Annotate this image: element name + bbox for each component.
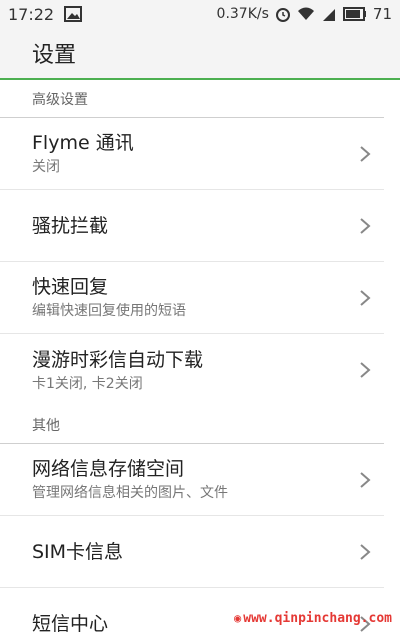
item-title: 网络信息存储空间 [32,458,185,480]
section-header-other: 其他 [0,406,384,444]
item-title: SIM卡信息 [32,540,124,563]
chevron-right-icon [360,471,371,488]
list-item-sim-info[interactable]: SIM卡信息 [0,516,384,588]
app-bar: 设置 [0,28,400,80]
item-title: Flyme 通讯 [32,132,134,154]
list-item-network-storage[interactable]: 网络信息存储空间 管理网络信息相关的图片、文件 [0,444,384,516]
settings-list: 高级设置 Flyme 通讯 关闭 骚扰拦截 快速回复 编辑快速回复使用的短语 漫… [0,80,400,640]
status-time: 17:22 [8,4,55,24]
item-title: 骚扰拦截 [32,214,109,237]
watermark-icon: ◉ [234,611,242,625]
chevron-right-icon [360,362,371,378]
watermark-text: www.qinpinchang.com [243,611,392,626]
status-bar: 17:22 0.37K/s 71 [0,0,400,28]
chevron-right-icon [360,543,371,560]
chevron-right-icon [360,289,371,306]
image-icon [64,6,83,22]
item-subtitle: 关闭 [32,159,60,175]
wifi-icon [297,7,315,21]
alarm-icon [275,6,291,22]
list-item-harassment-block[interactable]: 骚扰拦截 [0,190,384,262]
item-subtitle: 管理网络信息相关的图片、文件 [32,485,228,501]
battery-level: 71 [372,5,392,23]
4g-signal-icon [321,6,337,22]
chevron-right-icon [360,217,371,234]
item-subtitle: 卡1关闭, 卡2关闭 [32,375,143,392]
battery-icon [342,7,367,21]
network-speed: 0.37K/s [216,6,269,22]
item-title: 漫游时彩信自动下载 [32,348,204,371]
section-header-advanced: 高级设置 [0,80,384,118]
list-item-quick-reply[interactable]: 快速回复 编辑快速回复使用的短语 [0,262,384,334]
watermark: ◉ www.qinpinchang.com [234,611,392,626]
item-subtitle: 编辑快速回复使用的短语 [32,303,186,319]
item-title: 快速回复 [32,276,109,298]
chevron-right-icon [360,145,371,162]
list-item-flyme-communication[interactable]: Flyme 通讯 关闭 [0,118,384,190]
list-item-roaming-mms[interactable]: 漫游时彩信自动下载 卡1关闭, 卡2关闭 [0,334,384,406]
page-title: 设置 [32,43,77,68]
status-right: 0.37K/s 71 [217,5,392,23]
